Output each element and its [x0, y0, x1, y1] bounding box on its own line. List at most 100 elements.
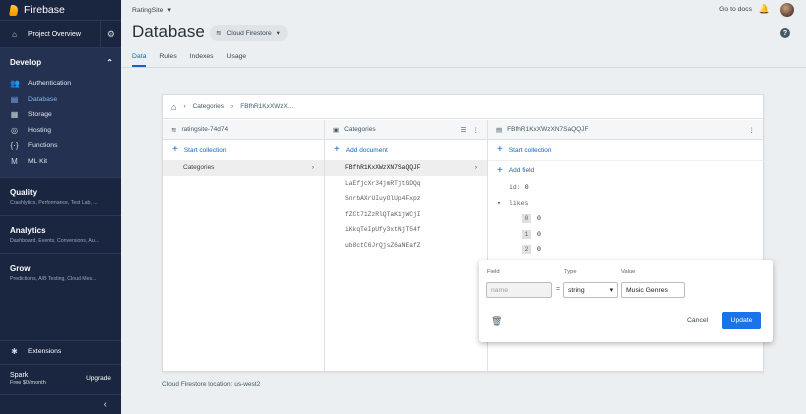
array-item[interactable]: 1 0: [488, 227, 763, 243]
plan-name: Spark: [10, 371, 29, 379]
array-item[interactable]: 0 0: [488, 211, 763, 227]
document-id: SnrbAXrUIuyOlUp4Fxpz: [345, 195, 421, 203]
page-title: Database: [132, 22, 205, 41]
value-label: Value: [621, 269, 636, 275]
type-select-value: string: [568, 286, 585, 294]
develop-title: Develop: [10, 57, 42, 67]
breadcrumb-collection[interactable]: Categories: [193, 103, 224, 110]
develop-toggle[interactable]: Develop ⌃: [0, 48, 121, 76]
chevron-left-icon: ‹: [103, 399, 107, 410]
delete-field-trash-icon[interactable]: 🗑: [491, 316, 502, 327]
start-subcollection-button[interactable]: + Start collection: [488, 140, 763, 160]
collection-column: ▣ Categories ☰ ⋮ + Add document FBfhR1Kx…: [325, 120, 488, 371]
column-header: ≋ ratingsite-74d74: [163, 120, 324, 140]
database-icon: ▤: [10, 94, 19, 104]
sidebar-item-label: Database: [28, 95, 58, 103]
tab-indexes[interactable]: Indexes: [190, 53, 214, 67]
list-item[interactable]: FBfhR1KxXWzXN7SaQQJF ›: [325, 160, 487, 176]
sidebar-item-database[interactable]: ▤ Database: [0, 92, 121, 108]
edit-field-popup: Field Type Value name = string ▾ Music G…: [479, 260, 773, 342]
sidebar-item-functions[interactable]: {·} Functions: [0, 138, 121, 154]
field-row[interactable]: id: 0: [488, 180, 763, 196]
globe-icon: ◎: [11, 125, 18, 135]
chevron-right-icon: ›: [311, 164, 314, 172]
home-icon: ⌂: [12, 29, 17, 39]
help-icon[interactable]: ?: [780, 28, 790, 38]
extensions-label: Extensions: [28, 348, 62, 355]
avatar[interactable]: [780, 3, 794, 17]
tab-rules[interactable]: Rules: [159, 53, 176, 67]
more-vert-icon[interactable]: ⋮: [473, 126, 480, 134]
list-item[interactable]: fZCt71ZzRlQTaK1jWCjI: [325, 207, 487, 223]
database-type-selector[interactable]: ≋ Cloud Firestore ▾: [210, 25, 288, 41]
sidebar-item-authentication[interactable]: 👥 Authentication: [0, 76, 121, 92]
add-field-button[interactable]: + Add field: [488, 160, 763, 180]
header-divider: [121, 67, 806, 68]
project-name: RatingSite: [132, 6, 164, 14]
list-item[interactable]: LaEfjcXr34jmRTjtGDQq: [325, 176, 487, 192]
notifications-bell-icon[interactable]: 🔔: [759, 4, 770, 15]
plus-icon: +: [497, 164, 503, 176]
start-collection-label: Start collection: [508, 146, 552, 154]
section-subtitle: Predictions, A/B Testing, Cloud Mes...: [10, 276, 97, 282]
upgrade-button[interactable]: Upgrade: [86, 375, 111, 382]
field-value-input[interactable]: Music Genres: [621, 282, 685, 298]
array-item[interactable]: 2 0: [488, 242, 763, 258]
list-item[interactable]: ub8ctC6JrQjsZ6aNEafZ: [325, 238, 487, 254]
collection-name: Categories: [183, 164, 215, 172]
filter-icon[interactable]: ☰: [461, 126, 467, 134]
project-selector[interactable]: RatingSite ▾: [132, 6, 171, 15]
sidebar-section-grow[interactable]: Grow Predictions, A/B Testing, Cloud Mes…: [0, 253, 121, 291]
go-to-docs-link[interactable]: Go to docs: [719, 6, 752, 13]
document-id: fZCt71ZzRlQTaK1jWCjI: [345, 210, 421, 218]
field-name-input[interactable]: name: [486, 282, 552, 298]
collection-icon: ▣: [333, 126, 340, 134]
more-vert-icon[interactable]: ⋮: [749, 126, 756, 134]
array-field-row[interactable]: ▾ likes: [488, 196, 763, 212]
breadcrumb-document[interactable]: FBfhR1KxXWzX...: [240, 103, 293, 110]
home-icon[interactable]: ⌂: [171, 102, 176, 112]
sidebar-item-ml-kit[interactable]: M ML Kit: [0, 154, 121, 170]
document-icon: ▤: [496, 126, 503, 134]
chevron-right-icon: ›: [183, 103, 186, 110]
sidebar-item-extensions[interactable]: ✱ Extensions: [0, 340, 121, 362]
project-overview-link[interactable]: ⌂ Project Overview: [10, 30, 81, 39]
array-value: 0: [537, 215, 541, 223]
list-item[interactable]: Categories ›: [163, 160, 324, 176]
sidebar: Firebase ⌂ Project Overview ⚙ Develop ⌃ …: [0, 0, 121, 414]
type-label: Type: [564, 269, 577, 275]
cancel-button[interactable]: Cancel: [687, 317, 708, 324]
field-label: Field: [487, 269, 500, 275]
tab-data[interactable]: Data: [132, 53, 147, 67]
start-collection-button[interactable]: + Start collection: [163, 140, 324, 160]
collapse-sidebar-button[interactable]: ‹: [0, 394, 121, 414]
settings-button[interactable]: ⚙: [99, 20, 115, 48]
equals-sign: =: [556, 286, 561, 293]
ml-kit-icon: M: [11, 156, 18, 166]
list-item[interactable]: SnrbAXrUIuyOlUp4Fxpz: [325, 191, 487, 207]
add-document-button[interactable]: + Add document: [325, 140, 487, 160]
update-button[interactable]: Update: [722, 312, 761, 329]
functions-icon: {·}: [10, 141, 19, 151]
chevron-right-icon: ›: [231, 103, 234, 110]
sidebar-section-analytics[interactable]: Analytics Dashboard, Events, Conversions…: [0, 215, 121, 253]
type-select[interactable]: string ▾: [563, 282, 618, 298]
array-value: 0: [537, 230, 541, 238]
sidebar-item-hosting[interactable]: ◎ Hosting: [0, 123, 121, 139]
firestore-icon: ≋: [216, 30, 222, 37]
root-title: ratingsite-74d74: [181, 126, 229, 133]
firebase-logo[interactable]: Firebase: [0, 0, 121, 20]
section-title: Grow: [10, 264, 31, 273]
add-document-label: Add document: [345, 146, 388, 154]
section-subtitle: Crashlytics, Performance, Test Lab, ...: [10, 200, 98, 206]
list-item[interactable]: iKkqTeIpUfy3xtNjT54f: [325, 222, 487, 238]
sidebar-section-quality[interactable]: Quality Crashlytics, Performance, Test L…: [0, 177, 121, 215]
document-id: LaEfjcXr34jmRTjtGDQq: [345, 179, 421, 187]
tab-usage[interactable]: Usage: [227, 53, 247, 67]
breadcrumb: ⌂ › Categories › FBfhR1KxXWzX...: [163, 95, 763, 119]
add-field-label: Add field: [508, 167, 535, 174]
sidebar-item-storage[interactable]: ▦ Storage: [0, 107, 121, 123]
caret-down-icon: ▾: [167, 7, 171, 14]
caret-down-icon: ▾: [497, 200, 501, 208]
document-title: FBfhR1KxXWzXN7SaQQJF: [507, 126, 589, 133]
